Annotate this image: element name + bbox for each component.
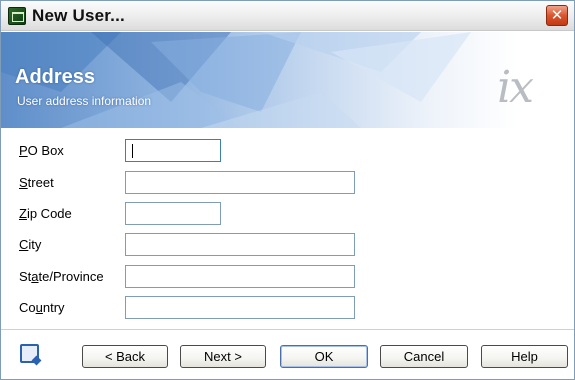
window-title: New User... xyxy=(32,6,125,25)
city-label: City xyxy=(19,237,42,252)
close-button[interactable]: ✕ xyxy=(546,5,568,26)
next-button[interactable]: Next > xyxy=(180,345,266,368)
street-input[interactable] xyxy=(125,171,355,194)
header-banner: Address User address information ix xyxy=(1,32,574,128)
back-button[interactable]: < Back xyxy=(82,345,168,368)
ok-button[interactable]: OK xyxy=(280,345,368,368)
zip-code-input[interactable] xyxy=(125,202,221,225)
text-caret xyxy=(132,144,133,158)
po-box-input[interactable] xyxy=(125,139,221,162)
ix-logo: ix xyxy=(497,62,534,113)
state-province-input[interactable] xyxy=(125,265,355,288)
edit-icon[interactable] xyxy=(20,344,39,363)
state-province-label: State/Province xyxy=(19,269,104,284)
section-subtitle: User address information xyxy=(17,94,152,108)
new-user-dialog: New User... ✕ Address User address infor… xyxy=(0,0,575,380)
city-input[interactable] xyxy=(125,233,355,256)
title-bar[interactable]: New User... ✕ xyxy=(1,1,574,31)
section-title: Address xyxy=(15,66,96,88)
footer-divider xyxy=(1,329,574,330)
cancel-button[interactable]: Cancel xyxy=(380,345,468,368)
country-input[interactable] xyxy=(125,296,355,319)
po-box-label: PO Box xyxy=(19,143,64,158)
street-label: Street xyxy=(19,175,54,190)
country-label: Country xyxy=(19,300,65,315)
app-icon xyxy=(8,7,26,25)
help-button[interactable]: Help xyxy=(481,345,568,368)
zip-code-label: Zip Code xyxy=(19,206,72,221)
